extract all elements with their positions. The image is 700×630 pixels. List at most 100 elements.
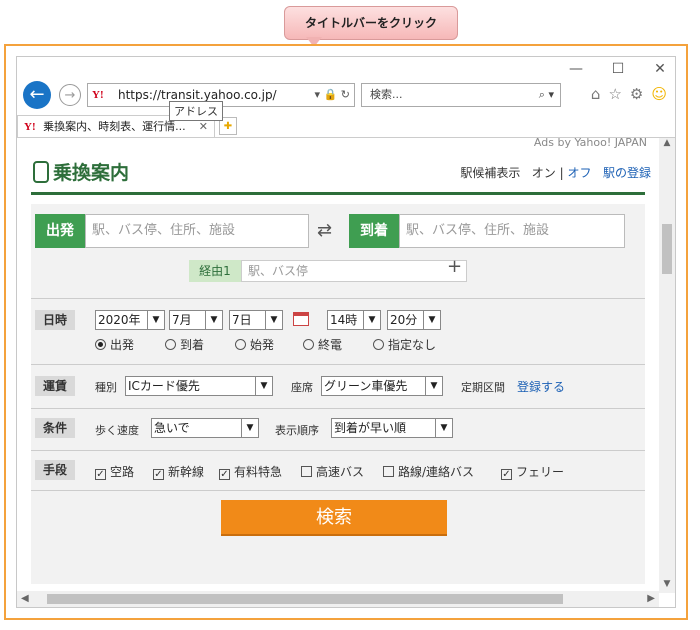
radio-first-train[interactable]: 始発 [235,336,274,353]
divider [31,490,645,491]
separator: | [559,166,564,180]
radio-icon [303,339,314,350]
radio-icon [373,339,384,350]
month-select[interactable]: 7月 ▼ [169,310,223,330]
close-button[interactable]: ✕ [651,61,669,77]
brand-text: 乗換案内 [53,162,130,184]
swap-icon[interactable]: ⇄ [317,220,332,241]
search-dropdown-icon[interactable]: ▾ [548,88,554,101]
divider [31,450,645,451]
via-label: 経由1 [189,260,241,282]
minimize-button[interactable]: — [567,61,585,77]
tab-title: 乗換案内、時刻表、運行情... [43,120,186,133]
forward-icon[interactable]: → [59,84,81,106]
divider [31,408,645,409]
radio-unspecified[interactable]: 指定なし [373,336,436,353]
highlight-frame: — ☐ ✕ ← → Y! https://transit.yahoo.co.jp… [4,44,688,620]
home-icon[interactable]: ⌂ [591,85,601,103]
calendar-icon[interactable] [293,312,309,326]
checkbox-air[interactable]: ✓ 空路 [95,463,134,480]
check-icon: ✓ [95,469,106,480]
lock-icon[interactable]: 🔒 [324,88,338,101]
fare-type-label: 種別 [95,381,117,394]
scroll-up-icon[interactable]: ▲ [659,138,675,152]
commuter-pass-label: 定期区間 [461,381,505,394]
header-divider [31,192,645,195]
back-icon[interactable]: ← [23,81,51,109]
hint-off-link[interactable]: オフ [568,166,592,180]
toolbar-icons: ⌂ ☆ ⚙ ☺ [591,85,667,103]
radio-arrival[interactable]: 到着 [165,336,204,353]
checkbox-limited-express[interactable]: ✓ 有料特急 [219,463,282,480]
check-icon: ✓ [219,469,230,480]
fare-label: 運賃 [35,376,75,396]
check-icon [301,466,312,477]
walking-speed-select[interactable]: 急いで ▼ [151,418,259,438]
conditions-label: 条件 [35,418,75,438]
browser-window[interactable]: — ☐ ✕ ← → Y! https://transit.yahoo.co.jp… [16,56,676,608]
feedback-smiley-icon[interactable]: ☺ [651,85,667,103]
checkbox-shinkansen[interactable]: ✓ 新幹線 [153,463,204,480]
day-select[interactable]: 7日 ▼ [229,310,283,330]
scroll-left-icon[interactable]: ◀ [21,591,29,607]
checkbox-highway-bus[interactable]: 高速バス [301,463,364,480]
favorites-star-icon[interactable]: ☆ [608,85,621,103]
checkbox-ferry[interactable]: ✓ フェリー [501,463,564,480]
register-station-link[interactable]: 駅の登録 [603,166,651,180]
window-controls: — ☐ ✕ [567,61,669,77]
search-button[interactable]: 検索 [221,500,447,536]
settings-gear-icon[interactable]: ⚙ [630,85,643,103]
search-placeholder: 検索... [370,88,403,101]
refresh-icon[interactable]: ↻ [341,88,350,101]
to-input[interactable]: 駅、バス停、住所、施設 [399,214,625,248]
address-row: ← → Y! https://transit.yahoo.co.jp/ ▾ 🔒 … [17,79,675,121]
radio-icon [165,339,176,350]
datetime-label: 日時 [35,310,75,330]
browser-search-input[interactable]: 検索... ⌕ ▾ [361,83,561,107]
page-title[interactable]: 乗換案内 [33,158,129,185]
radio-icon [95,339,106,350]
radio-departure[interactable]: 出発 [95,336,134,353]
tab-yahoo-icon: Y! [24,121,36,133]
radio-last-train[interactable]: 終電 [303,336,342,353]
search-icon[interactable]: ⌕ [539,88,545,101]
minute-select[interactable]: 20分 ▼ [387,310,441,330]
maximize-button[interactable]: ☐ [609,61,627,77]
means-label: 手段 [35,460,75,480]
divider [31,364,645,365]
seat-label: 座席 [291,381,313,394]
search-form: 出発 駅、バス停、住所、施設 ⇄ 到着 駅、バス停、住所、施設 経由1 駅、バス… [31,204,645,584]
address-tooltip: アドレス [169,101,223,121]
station-hint-toggle: 駅候補表示 オン | オフ 駅の登録 [460,164,651,181]
radio-icon [235,339,246,350]
divider [31,298,645,299]
year-select[interactable]: 2020年 ▼ [95,310,165,330]
scroll-down-icon[interactable]: ▼ [659,579,675,593]
add-via-icon[interactable]: + [447,256,462,277]
url-text: https://transit.yahoo.co.jp/ [118,88,277,102]
from-label: 出発 [35,214,85,248]
to-label: 到着 [349,214,399,248]
checkbox-route-bus[interactable]: 路線/連絡バス [383,463,474,480]
instruction-callout: タイトルバーをクリック [284,6,458,40]
sort-order-select[interactable]: 到着が早い順 ▼ [331,418,453,438]
vertical-scrollbar[interactable]: ▲ ▼ [659,138,675,593]
dropdown-icon[interactable]: ▾ [315,88,321,101]
yahoo-favicon-icon: Y! [92,89,104,101]
train-icon [33,161,49,183]
hint-on[interactable]: オン [532,166,556,180]
via-input[interactable]: 駅、バス停 [241,260,467,282]
ads-label: Ads by Yahoo! JAPAN [533,138,647,149]
from-input[interactable]: 駅、バス停、住所、施設 [85,214,309,248]
horizontal-scrollbar[interactable]: ◀ ▶ [17,591,659,607]
fare-type-select[interactable]: ICカード優先 ▼ [125,376,273,396]
station-hint-label: 駅候補表示 [460,166,521,180]
scroll-right-icon[interactable]: ▶ [647,591,655,607]
check-icon: ✓ [153,469,164,480]
register-pass-link[interactable]: 登録する [517,378,565,395]
horizontal-scroll-thumb[interactable] [47,594,563,604]
seat-select[interactable]: グリーン車優先 ▼ [321,376,443,396]
check-icon [383,466,394,477]
vertical-scroll-thumb[interactable] [662,224,672,274]
hour-select[interactable]: 14時 ▼ [327,310,381,330]
